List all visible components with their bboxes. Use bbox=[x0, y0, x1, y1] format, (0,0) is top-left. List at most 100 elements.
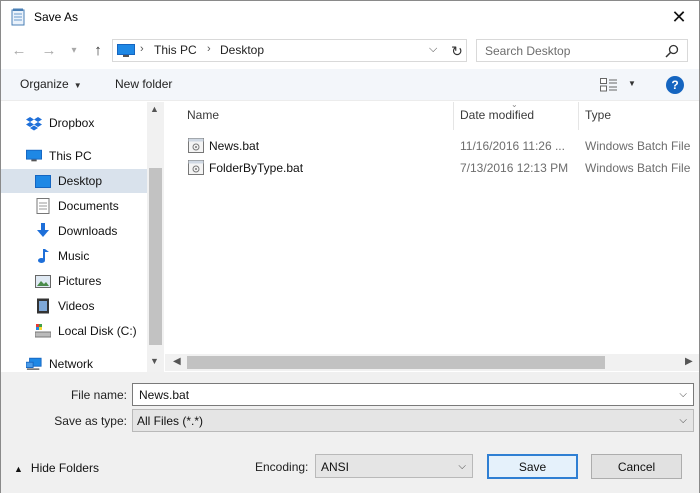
drive-icon bbox=[35, 323, 51, 339]
sidebar-item-downloads[interactable]: Downloads bbox=[1, 219, 147, 243]
batch-file-icon bbox=[188, 160, 204, 175]
encoding-select[interactable]: ANSI ⌵ bbox=[315, 454, 473, 478]
sidebar-item-pictures[interactable]: Pictures bbox=[1, 269, 147, 293]
file-list-horizontal-scrollbar[interactable]: ◀ ▶ bbox=[165, 354, 699, 371]
sidebar-item-music[interactable]: Music bbox=[1, 244, 147, 268]
dropbox-icon bbox=[26, 115, 42, 131]
videos-icon bbox=[35, 298, 51, 314]
organize-button[interactable]: Organize ▼ bbox=[20, 77, 82, 91]
scrollbar-thumb[interactable] bbox=[187, 356, 605, 369]
window-title: Save As bbox=[34, 10, 79, 24]
help-icon: ? bbox=[671, 78, 679, 92]
file-list: ⌄ Name Date modified Type News.bat 11/16… bbox=[165, 100, 699, 372]
address-dropdown-icon[interactable]: ⌵ bbox=[429, 43, 437, 56]
sidebar-item-desktop[interactable]: Desktop bbox=[1, 169, 147, 193]
arrow-up-icon: ↑ bbox=[94, 41, 102, 59]
column-header-type[interactable]: Type bbox=[585, 108, 611, 122]
file-name-value: News.bat bbox=[139, 388, 190, 402]
help-button[interactable]: ? bbox=[666, 76, 684, 94]
sidebar-item-videos[interactable]: Videos bbox=[1, 294, 147, 318]
search-input[interactable] bbox=[477, 40, 657, 61]
documents-icon bbox=[35, 198, 51, 214]
column-header-name[interactable]: Name bbox=[187, 108, 219, 122]
navigation-scrollbar[interactable]: ▲ ▼ bbox=[147, 102, 164, 372]
breadcrumb-this-pc[interactable]: This PC bbox=[154, 43, 197, 57]
file-row-folderbytype-bat[interactable]: FolderByType.bat 7/13/2016 12:13 PM Wind… bbox=[165, 157, 699, 178]
hide-folders-label: Hide Folders bbox=[30, 461, 99, 475]
chevron-up-icon: ▲ bbox=[14, 464, 23, 474]
file-name-field[interactable]: News.bat ⌵ bbox=[132, 383, 694, 406]
notepad-icon bbox=[11, 8, 25, 26]
encoding-value: ANSI bbox=[321, 460, 350, 474]
search-box[interactable] bbox=[476, 39, 688, 62]
up-button[interactable]: ↑ bbox=[88, 39, 108, 61]
save-as-type-value: All Files (*.*) bbox=[137, 414, 204, 428]
sidebar-item-label: Documents bbox=[58, 199, 119, 213]
save-form: File name: News.bat ⌵ Save as type: All … bbox=[1, 372, 699, 493]
breadcrumb-separator-icon: › bbox=[140, 43, 144, 55]
file-date: 11/16/2016 11:26 ... bbox=[460, 139, 565, 153]
refresh-icon[interactable]: ↻ bbox=[447, 41, 467, 61]
sidebar-item-documents[interactable]: Documents bbox=[1, 194, 147, 218]
hide-folders-button[interactable]: ▲ Hide Folders bbox=[14, 461, 99, 475]
caret-down-icon[interactable]: ▼ bbox=[628, 79, 636, 88]
sidebar-item-label: This PC bbox=[49, 149, 92, 163]
sidebar-item-local-disk[interactable]: Local Disk (C:) bbox=[1, 319, 147, 343]
sidebar-item-this-pc[interactable]: This PC bbox=[1, 144, 147, 168]
file-date: 7/13/2016 12:13 PM bbox=[460, 161, 569, 175]
scroll-right-icon[interactable]: ▶ bbox=[685, 356, 693, 367]
chevron-down-icon: ⌵ bbox=[458, 461, 466, 472]
search-icon[interactable] bbox=[665, 44, 679, 58]
column-header-date-modified[interactable]: Date modified bbox=[460, 108, 534, 122]
address-bar[interactable]: › This PC › Desktop ⌵ ↻ bbox=[112, 39, 467, 62]
close-icon: ✕ bbox=[671, 6, 687, 27]
arrow-left-icon: ← bbox=[11, 41, 27, 59]
sidebar-item-label: Downloads bbox=[58, 224, 118, 238]
batch-file-icon bbox=[188, 138, 204, 153]
new-folder-button[interactable]: New folder bbox=[115, 77, 172, 91]
scrollbar-thumb[interactable] bbox=[149, 168, 162, 345]
arrow-right-icon: → bbox=[41, 41, 57, 59]
save-as-type-select[interactable]: All Files (*.*) ⌵ bbox=[132, 409, 694, 432]
file-name-label: File name: bbox=[70, 388, 127, 402]
file-row-news-bat[interactable]: News.bat 11/16/2016 11:26 ... Windows Ba… bbox=[165, 135, 699, 156]
scroll-left-icon[interactable]: ◀ bbox=[173, 356, 181, 367]
sidebar-item-label: Local Disk (C:) bbox=[58, 324, 137, 338]
save-button[interactable]: Save bbox=[487, 454, 578, 479]
encoding-label: Encoding: bbox=[255, 460, 309, 474]
save-as-type-label: Save as type: bbox=[54, 414, 127, 428]
cancel-button[interactable]: Cancel bbox=[591, 454, 682, 479]
column-divider[interactable] bbox=[453, 102, 454, 130]
column-divider[interactable] bbox=[578, 102, 579, 130]
computer-icon bbox=[26, 148, 42, 164]
forward-button[interactable]: → bbox=[39, 39, 59, 61]
file-name: News.bat bbox=[209, 139, 260, 153]
view-options-icon[interactable] bbox=[600, 78, 618, 92]
chevron-down-icon: ▾ bbox=[71, 44, 77, 56]
downloads-icon bbox=[35, 223, 51, 239]
organize-label: Organize bbox=[20, 77, 69, 91]
close-button[interactable]: ✕ bbox=[659, 1, 699, 33]
scroll-up-icon[interactable]: ▲ bbox=[150, 104, 159, 114]
sidebar-item-label: Network bbox=[49, 357, 94, 371]
chevron-down-icon[interactable]: ⌵ bbox=[679, 389, 687, 400]
breadcrumb-desktop[interactable]: Desktop bbox=[220, 43, 264, 57]
pictures-icon bbox=[35, 273, 51, 289]
title-bar: Save As ✕ bbox=[1, 1, 699, 33]
network-icon bbox=[26, 356, 42, 372]
music-icon bbox=[35, 248, 51, 264]
sidebar-item-label: Desktop bbox=[58, 174, 103, 188]
back-button[interactable]: ← bbox=[9, 39, 29, 61]
caret-down-icon: ▼ bbox=[73, 81, 82, 90]
sidebar-item-dropbox[interactable]: Dropbox bbox=[1, 111, 147, 135]
save-as-dialog: Save As ✕ ← → ▾ ↑ › This PC › Desktop ⌵ … bbox=[0, 0, 700, 493]
chevron-down-icon: ⌵ bbox=[679, 415, 687, 426]
file-type: Windows Batch File bbox=[585, 161, 691, 175]
sidebar-item-label: Music bbox=[58, 249, 90, 263]
file-name: FolderByType.bat bbox=[209, 161, 304, 175]
breadcrumb-separator-icon: › bbox=[207, 43, 211, 55]
computer-icon bbox=[117, 44, 135, 57]
desktop-icon bbox=[35, 173, 51, 189]
scroll-down-icon[interactable]: ▼ bbox=[150, 356, 159, 366]
recent-locations-button[interactable]: ▾ bbox=[64, 39, 84, 61]
